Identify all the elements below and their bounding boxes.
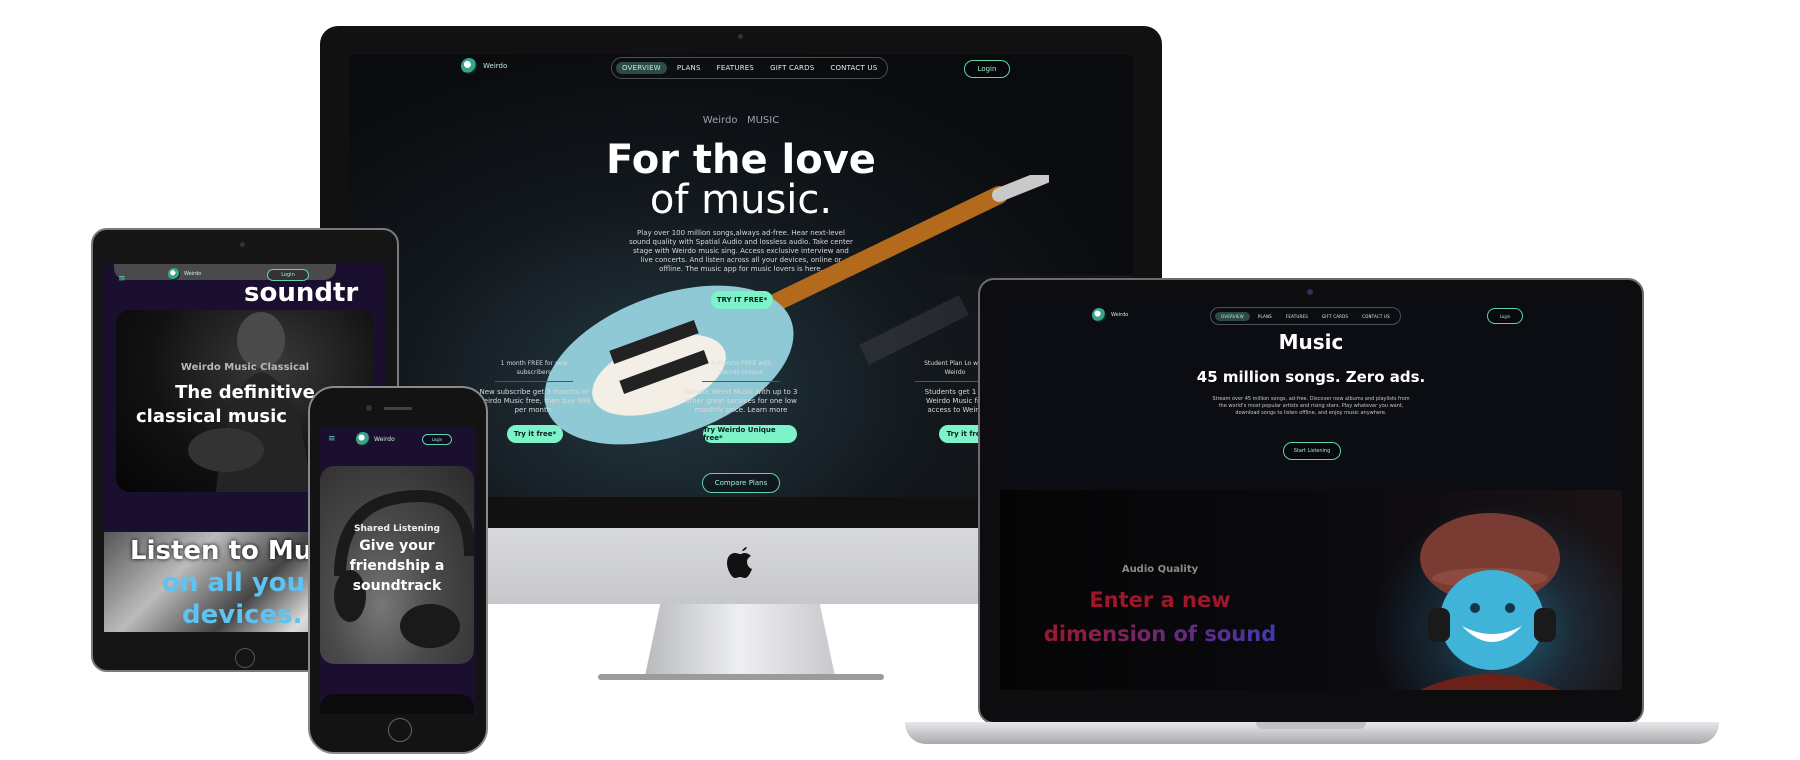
imac-logo: Weirdo — [461, 58, 507, 74]
tablet-top-text: soundtr — [244, 278, 359, 308]
laptop-nav-overview[interactable]: OVERVIEW — [1215, 311, 1250, 321]
start-listening-button[interactable]: Start Listening — [1283, 442, 1341, 460]
plan-1-title: 1 month FREE for new subscribers — [495, 359, 573, 382]
imac-nav: OVERVIEW PLANS FEATURES GIFT CARDS CONTA… — [611, 57, 889, 79]
hero-headline-2: of music. — [649, 177, 833, 223]
laptop-title: Music — [1278, 330, 1344, 354]
laptop-login-button[interactable]: Login — [1487, 308, 1523, 324]
listen-title-1: Listen to Mu — [130, 536, 313, 566]
classical-eyebrow: Weirdo Music Classical — [180, 362, 310, 373]
kid-with-headphones-image — [1420, 513, 1560, 690]
phone-home-button[interactable] — [388, 718, 412, 742]
shared-title-3: soundtrack — [352, 578, 442, 594]
plan-card-2: 3 months FREE with Weirdo Unique Bundle … — [683, 359, 799, 415]
hero-description: Play over 100 million songs,always ad-fr… — [629, 229, 853, 273]
audio-quality-section: Audio Quality Enter a new dimension of s… — [1000, 490, 1622, 690]
apple-logo-icon — [724, 543, 758, 583]
login-button[interactable]: Login — [964, 60, 1010, 78]
laptop-description: Stream over 45 million songs, ad-free. D… — [1212, 396, 1410, 416]
plan-1-button[interactable]: Try it free* — [507, 425, 563, 443]
classical-title-2: classical music — [136, 406, 287, 427]
compare-plans-button[interactable]: Compare Plans — [702, 473, 780, 493]
phone-menu-icon[interactable]: ≡ — [328, 434, 336, 444]
nav-gift-cards[interactable]: GIFT CARDS — [764, 62, 820, 74]
nav-features[interactable]: FEATURES — [711, 62, 760, 74]
nav-overview[interactable]: OVERVIEW — [616, 62, 667, 74]
try-it-free-button[interactable]: TRY IT FREE* — [711, 291, 773, 309]
hero-eyebrow: Weirdo MUSIC — [702, 115, 780, 126]
phone-next-card — [320, 694, 474, 714]
listen-title-2: on all you — [162, 568, 306, 598]
laptop-nav-contact-us[interactable]: CONTACT US — [1356, 312, 1396, 321]
laptop-brand-name: Weirdo — [1111, 312, 1129, 318]
plan-2-title: 3 months FREE with Weirdo Unique — [702, 359, 780, 382]
imac-stand — [645, 604, 835, 676]
phone-brand-name: Weirdo — [374, 435, 395, 443]
tablet-camera — [240, 242, 245, 247]
laptop-nav: OVERVIEW PLANS FEATURES GIFT CARDS CONTA… — [1210, 307, 1401, 325]
phone-speaker — [384, 407, 412, 410]
audio-quality-eyebrow: Audio Quality — [1121, 564, 1199, 575]
nav-contact-us[interactable]: CONTACT US — [824, 62, 883, 74]
imac-stand-base — [598, 674, 884, 680]
brand-logo-icon — [168, 268, 180, 280]
shared-eyebrow: Shared Listening — [353, 524, 440, 534]
shared-title-1: Give your — [359, 538, 435, 554]
sound-title-2: dimension of sound — [1030, 622, 1290, 646]
plan-card-1: 1 month FREE for new subscribers New sub… — [477, 359, 591, 415]
laptop-logo: Weirdo — [1092, 308, 1128, 322]
plan-2-desc: Bundle Weird Music with up to 3 other gr… — [684, 388, 798, 414]
laptop-subtitle: 45 million songs. Zero ads. — [1196, 368, 1426, 386]
phone-login-button[interactable]: Login — [422, 434, 452, 445]
laptop-camera — [1307, 289, 1313, 295]
plan-1-desc: New subscribe get 3 months of Weirdo Mus… — [477, 388, 591, 414]
laptop-nav-features[interactable]: FEATURES — [1280, 312, 1314, 321]
shared-listening-card: Shared Listening Give your friendship a … — [320, 466, 474, 664]
imac-camera — [738, 34, 743, 39]
laptop-screen: Weirdo OVERVIEW PLANS FEATURES GIFT CARD… — [1000, 304, 1622, 690]
laptop-nav-gift-cards[interactable]: GIFT CARDS — [1316, 312, 1354, 321]
plan-2-button[interactable]: Try Weirdo Unique free* — [703, 425, 797, 443]
shared-title-2: friendship a — [349, 558, 445, 574]
tablet-brand-name: Weirdo — [184, 271, 202, 277]
brand-name: Weirdo — [483, 62, 508, 70]
tablet-logo: Weirdo — [168, 268, 201, 280]
brand-logo-icon — [461, 58, 477, 74]
brand-logo-icon — [356, 432, 370, 446]
listen-title-3: devices. — [182, 600, 303, 630]
phone-screen: ≡ Weirdo Login Shared Listening Give you… — [320, 428, 476, 714]
laptop-nav-plans[interactable]: PLANS — [1252, 312, 1278, 321]
sound-title-1: Enter a new — [1089, 588, 1231, 612]
phone-camera — [366, 405, 372, 411]
tablet-menu-icon[interactable]: ≡ — [118, 274, 126, 284]
tablet-home-button[interactable] — [235, 648, 255, 668]
brand-logo-icon — [1092, 308, 1106, 322]
phone-logo: Weirdo — [356, 432, 395, 446]
laptop-notch — [1256, 722, 1366, 729]
nav-plans[interactable]: PLANS — [671, 62, 707, 74]
